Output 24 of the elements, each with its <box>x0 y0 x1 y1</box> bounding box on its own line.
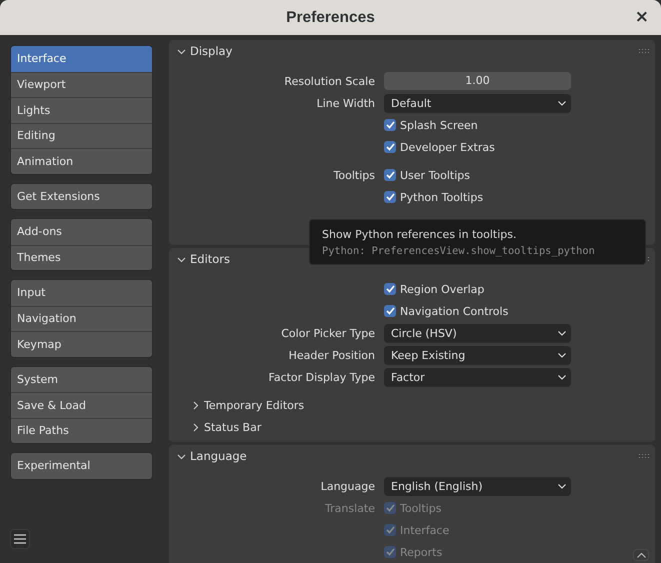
field-label: Tooltips <box>334 168 375 182</box>
field-label: Line Width <box>316 96 375 110</box>
field-label: Color Picker Type <box>281 326 375 340</box>
field-label: Header Position <box>288 348 375 362</box>
subpanel-title: Status Bar <box>204 420 262 434</box>
checkbox-label: Python Tooltips <box>400 190 484 204</box>
checkbox-label: Interface <box>400 524 450 536</box>
checkbox-label: Navigation Controls <box>400 304 508 318</box>
checkbox-label: Tooltips <box>400 502 442 514</box>
field-label: Factor Display Type <box>268 370 375 384</box>
panel-title: Display <box>190 44 234 58</box>
field-label: Resolution Scale <box>284 74 375 88</box>
panel-title: Editors <box>190 252 232 266</box>
window-title: Preferences <box>286 8 375 26</box>
checkbox-label: Region Overlap <box>400 282 484 296</box>
checkbox-label: Developer Extras <box>400 140 495 154</box>
tooltip-text: Show Python references in tooltips. <box>322 228 518 241</box>
field-label: Language <box>320 480 375 492</box>
checkbox-label: Splash Screen <box>400 118 478 132</box>
panel-title: Language <box>190 449 248 463</box>
tooltip-python-path: Python: PreferencesView.show_tooltips_python <box>322 245 596 257</box>
checkbox-label: User Tooltips <box>400 168 470 182</box>
field-label: Translate <box>325 502 375 514</box>
checkbox-label: Reports <box>400 546 442 558</box>
